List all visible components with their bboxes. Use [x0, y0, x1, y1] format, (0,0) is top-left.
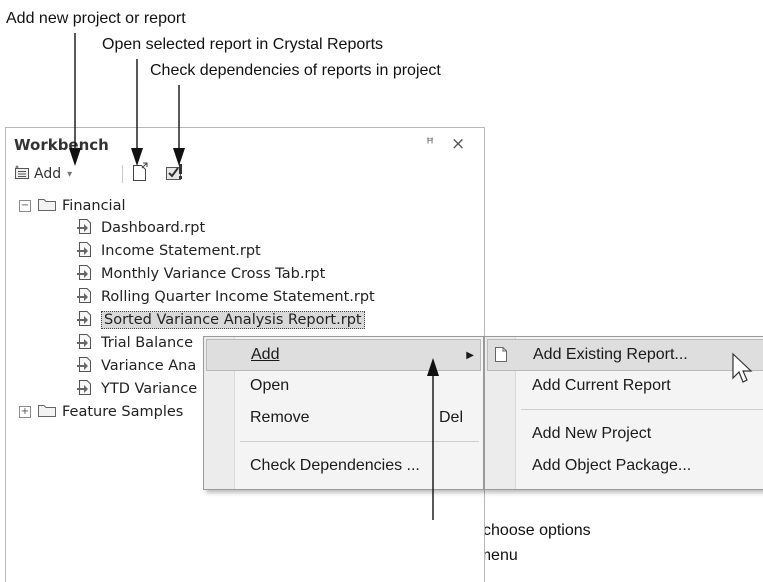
- toolbar-separator: [122, 165, 123, 183]
- menu-item-check-dependencies[interactable]: Check Dependencies ...: [206, 451, 481, 481]
- menu-item-label: Check Dependencies ...: [250, 457, 420, 474]
- pin-icon[interactable]: ꟸ: [426, 136, 434, 152]
- menu-item-shortcut: Del: [438, 409, 463, 426]
- menu-item-add-existing-report[interactable]: Add Existing Report...: [487, 339, 763, 371]
- close-icon[interactable]: ×: [451, 134, 465, 154]
- tree-item-label: Sorted Variance Analysis Report.rpt: [101, 311, 365, 329]
- check-dependencies-icon: [164, 162, 186, 186]
- tree-folder-financial[interactable]: − Financial: [19, 196, 126, 216]
- add-button[interactable]: Add ▾: [14, 163, 76, 185]
- report-icon: [76, 356, 93, 377]
- tree-folder-label: Feature Samples: [62, 404, 184, 420]
- menu-item-add-object-package[interactable]: Add Object Package...: [487, 451, 763, 481]
- menu-item-label: Add Existing Report...: [533, 346, 688, 363]
- chevron-down-icon: ▾: [67, 168, 73, 180]
- add-submenu: Add Existing Report... Add Current Repor…: [484, 336, 763, 490]
- menu-item-label: Open: [250, 377, 290, 394]
- tree-item-label: YTD Variance: [101, 381, 198, 397]
- tree-folder-feature-samples[interactable]: + Feature Samples: [19, 402, 183, 422]
- check-dependencies-button[interactable]: [164, 163, 186, 185]
- tree-item-report[interactable]: Income Statement.rpt: [76, 241, 261, 261]
- menu-item-remove[interactable]: Remove Del: [206, 403, 481, 433]
- callout-check: Check dependencies of reports in project: [150, 62, 441, 79]
- menu-item-add-current-report[interactable]: Add Current Report: [487, 371, 763, 401]
- menu-item-label: Remove: [250, 409, 310, 426]
- report-icon: [76, 310, 93, 331]
- report-icon: [76, 241, 93, 262]
- report-icon: [76, 218, 93, 239]
- panel-title: Workbench: [14, 136, 109, 154]
- report-icon: [76, 379, 93, 400]
- open-report-button[interactable]: [131, 162, 151, 186]
- menu-item-label: Add: [251, 346, 280, 363]
- menu-separator: [521, 409, 763, 410]
- open-report-icon: [131, 162, 149, 186]
- toolbar: Add ▾: [14, 162, 254, 186]
- tree-item-report[interactable]: Rolling Quarter Income Statement.rpt: [76, 287, 375, 307]
- menu-item-label: Add Object Package...: [532, 457, 692, 474]
- tree-folder-label: Financial: [62, 198, 126, 214]
- tree-item-label: Trial Balance: [101, 335, 194, 351]
- menu-item-add[interactable]: Add ▶: [206, 339, 481, 371]
- tree-item-label: Variance Ana: [101, 358, 197, 374]
- folder-icon: [37, 403, 57, 422]
- document-icon: [494, 346, 509, 368]
- context-menu: Add ▶ Open Remove Del Check Dependencies…: [203, 336, 484, 490]
- tree-item-report[interactable]: Trial Balance: [76, 333, 193, 353]
- menu-item-add-new-project[interactable]: Add New Project: [487, 419, 763, 449]
- tree-item-label: Monthly Variance Cross Tab.rpt: [101, 266, 326, 282]
- tree-item-report[interactable]: Dashboard.rpt: [76, 218, 205, 238]
- tree-item-label: Rolling Quarter Income Statement.rpt: [101, 289, 375, 305]
- menu-item-label: Add Current Report: [532, 377, 671, 394]
- menu-item-label: Add New Project: [532, 425, 652, 442]
- tree-item-label: Dashboard.rpt: [101, 220, 206, 236]
- expand-toggle-icon[interactable]: +: [19, 406, 31, 418]
- add-button-label: Add: [34, 166, 62, 182]
- menu-item-open[interactable]: Open: [206, 371, 481, 401]
- tree-item-report[interactable]: YTD Variance: [76, 379, 197, 399]
- folder-icon: [37, 197, 57, 216]
- tree-item-report[interactable]: Variance Ana: [76, 356, 196, 376]
- tree-item-label: Income Statement.rpt: [101, 243, 261, 259]
- tree-item-report-selected[interactable]: Sorted Variance Analysis Report.rpt: [76, 310, 365, 330]
- report-icon: [76, 287, 93, 308]
- report-icon: [76, 264, 93, 285]
- report-icon: [76, 333, 93, 354]
- tree-item-report[interactable]: Monthly Variance Cross Tab.rpt: [76, 264, 325, 284]
- callout-add: Add new project or report: [6, 10, 186, 27]
- callout-open: Open selected report in Crystal Reports: [102, 36, 384, 53]
- add-icon: [14, 165, 30, 184]
- menu-separator: [240, 441, 479, 442]
- collapse-toggle-icon[interactable]: −: [19, 200, 31, 212]
- submenu-arrow-icon: ▶: [466, 349, 474, 361]
